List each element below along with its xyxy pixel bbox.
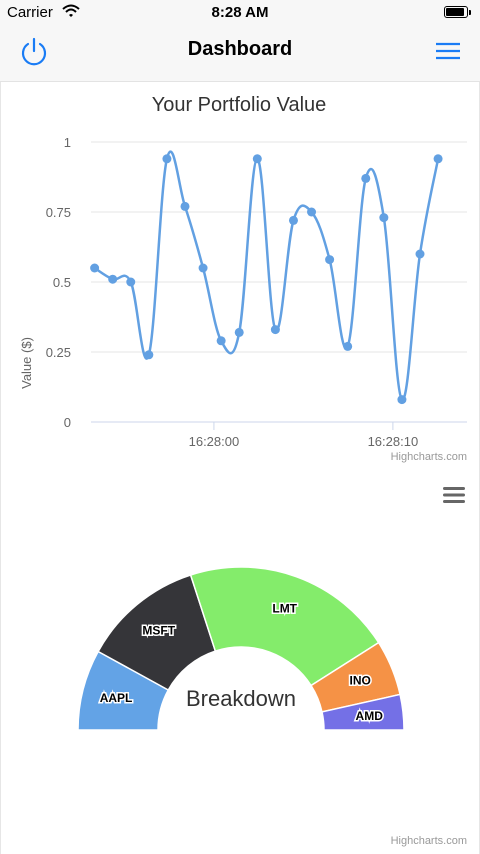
y-tick-label: 0.25 [46, 345, 71, 360]
data-point[interactable] [415, 249, 425, 259]
data-point[interactable] [307, 207, 317, 217]
series-line [93, 150, 440, 401]
y-tick-label: 1 [64, 135, 71, 150]
y-tick-label: 0.5 [53, 275, 71, 290]
line-chart-title: Your Portfolio Value [152, 94, 327, 116]
y-axis-label: Value ($) [19, 337, 34, 389]
data-point[interactable] [397, 395, 407, 405]
x-tick-label: 16:28:00 [189, 434, 240, 449]
data-point[interactable] [144, 350, 154, 360]
line-chart-credit[interactable]: Highcharts.com [391, 451, 467, 463]
data-point[interactable] [325, 255, 335, 265]
data-point[interactable] [198, 263, 208, 273]
data-point[interactable] [234, 327, 244, 337]
data-point[interactable] [252, 154, 262, 164]
battery-fill [446, 8, 464, 16]
data-point[interactable] [162, 154, 172, 164]
data-point[interactable] [90, 263, 100, 273]
data-point[interactable] [270, 325, 280, 335]
pie-chart-credit[interactable]: Highcharts.com [391, 835, 467, 847]
x-axis-ticks: 16:28:00 16:28:10 [189, 422, 419, 449]
clock: 8:28 AM [211, 4, 269, 21]
portfolio-line-chart: Your Portfolio Value 0 0.25 0.5 0.75 1 Value… [19, 94, 467, 463]
line-chart-grid [91, 141, 467, 423]
battery-icon [444, 6, 471, 18]
y-axis-ticks: 0 0.25 0.5 0.75 1 [46, 135, 71, 430]
y-tick-label: 0 [64, 415, 71, 430]
dashboard-content: Your Portfolio Value 0 0.25 0.5 0.75 1 Value… [0, 82, 480, 854]
pie-center-label: Breakdown [186, 686, 296, 711]
page-title: Dashboard [187, 38, 293, 60]
data-point[interactable] [180, 201, 190, 211]
data-point[interactable] [288, 215, 298, 225]
status-bar: Carrier 8:28 AM [0, 0, 480, 26]
nav-bar: Dashboard [0, 26, 480, 82]
data-point[interactable] [216, 336, 226, 346]
data-point[interactable] [343, 341, 353, 351]
data-point[interactable] [361, 173, 371, 183]
hamburger-menu-icon[interactable] [434, 40, 462, 62]
data-point[interactable] [108, 274, 118, 284]
pie-slices [77, 566, 405, 731]
x-tick-label: 16:28:10 [368, 434, 419, 449]
data-point[interactable] [433, 154, 443, 164]
y-tick-label: 0.75 [46, 205, 71, 220]
data-point[interactable] [126, 277, 136, 287]
context-menu-icon[interactable] [443, 485, 465, 505]
data-point[interactable] [379, 213, 389, 223]
